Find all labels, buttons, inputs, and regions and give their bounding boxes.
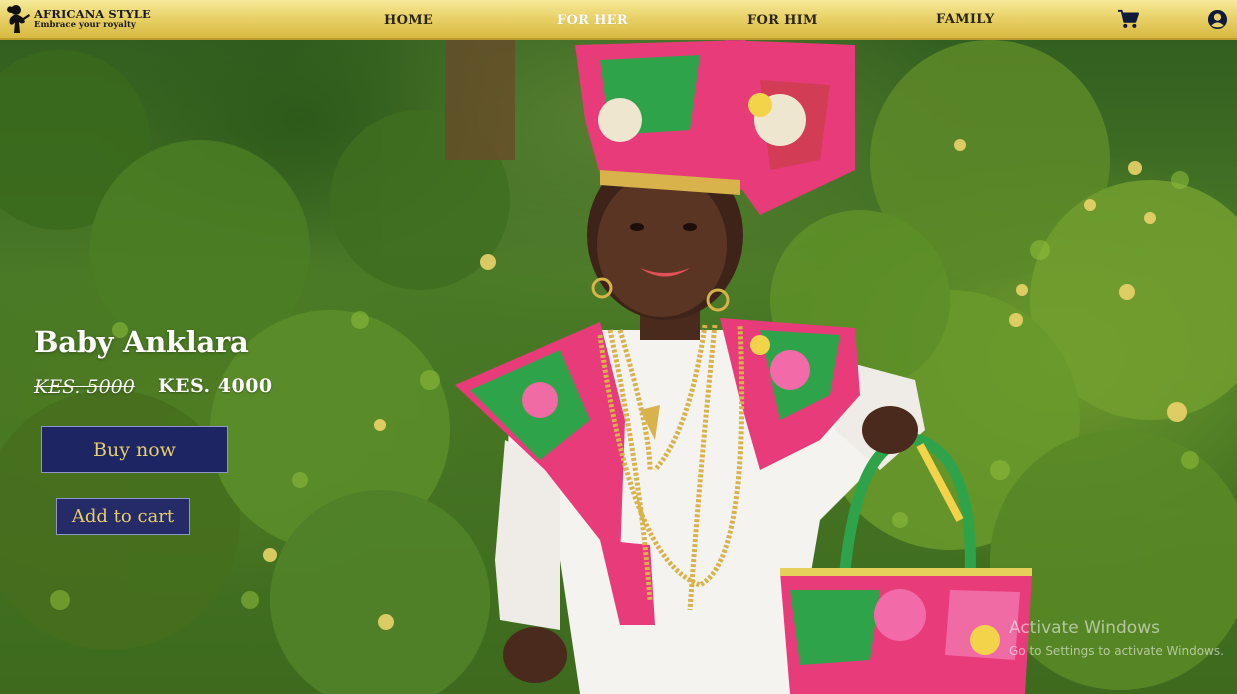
brand-tagline: Embrace your royalty [34,20,136,30]
nav-family[interactable]: FAMILY [936,12,994,27]
old-price: KES. 5000 [34,376,135,398]
nav-for-him[interactable]: FOR HIM [747,13,818,28]
product-title: Baby Anklara [34,325,249,359]
watermark-subtitle: Go to Settings to activate Windows. [1009,644,1224,658]
add-to-cart-button[interactable]: Add to cart [56,498,190,535]
nav-home[interactable]: HOME [384,13,433,28]
brand-name: AFRICANA STYLE [34,6,151,21]
top-navbar: AFRICANA STYLE Embrace your royalty HOME… [0,0,1237,40]
activate-windows-watermark: Activate Windows Go to Settings to activ… [1009,618,1224,658]
nav-for-her[interactable]: FOR HER [557,13,628,28]
brand[interactable]: AFRICANA STYLE Embrace your royalty [4,2,151,36]
shopping-cart-icon[interactable] [1117,9,1139,29]
buy-now-button[interactable]: Buy now [41,426,228,473]
user-account-icon[interactable] [1207,9,1228,30]
watermark-title: Activate Windows [1009,618,1160,638]
woman-silhouette-icon [7,5,30,33]
new-price: KES. 4000 [158,375,273,397]
